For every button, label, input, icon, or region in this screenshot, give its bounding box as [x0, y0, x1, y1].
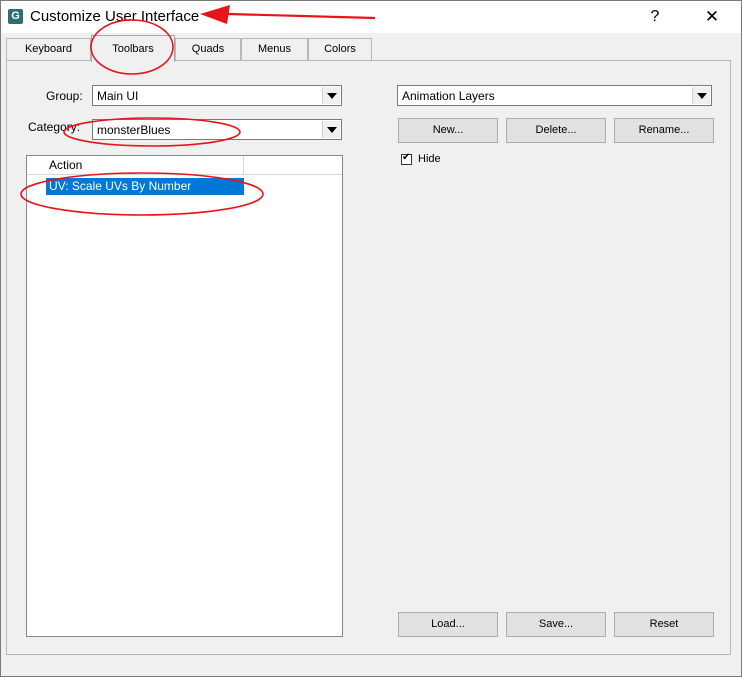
action-column-header[interactable]: Action — [27, 156, 244, 175]
load-button[interactable]: Load... — [398, 612, 498, 637]
tab-menus[interactable]: Menus — [241, 38, 308, 60]
delete-button[interactable]: Delete... — [506, 118, 606, 143]
window-title: Customize User Interface — [30, 8, 200, 25]
help-button[interactable]: ? — [641, 5, 669, 29]
group-label: Group: — [46, 89, 83, 103]
rename-button[interactable]: Rename... — [614, 118, 714, 143]
hide-checkbox[interactable] — [401, 152, 412, 165]
toolbar-select[interactable]: Animation Layers — [397, 85, 712, 106]
save-button[interactable]: Save... — [506, 612, 606, 637]
customize-ui-dialog: G Customize User Interface ? ✕ Keyboard … — [0, 0, 742, 677]
chevron-down-icon[interactable] — [322, 87, 340, 104]
tab-keyboard[interactable]: Keyboard — [6, 38, 91, 60]
list-item[interactable]: UV: Scale UVs By Number — [46, 178, 244, 195]
category-select[interactable]: monsterBlues — [92, 119, 342, 140]
new-button[interactable]: New... — [398, 118, 498, 143]
tab-toolbars[interactable]: Toolbars — [91, 35, 175, 62]
close-button[interactable]: ✕ — [697, 5, 727, 29]
reset-button[interactable]: Reset — [614, 612, 714, 637]
chevron-down-icon[interactable] — [692, 87, 710, 104]
toolbar-select-value: Animation Layers — [402, 89, 495, 103]
category-select-value: monsterBlues — [97, 123, 171, 137]
group-select[interactable]: Main UI — [92, 85, 342, 106]
category-label: Category: — [28, 120, 81, 134]
app-icon: G — [8, 9, 23, 24]
tab-quads[interactable]: Quads — [175, 38, 241, 60]
tab-colors[interactable]: Colors — [308, 38, 372, 60]
title-bar: G Customize User Interface ? ✕ — [1, 1, 741, 33]
group-select-value: Main UI — [97, 89, 139, 103]
column-header-empty — [244, 156, 342, 175]
action-list[interactable]: Action UV: Scale UVs By Number — [26, 155, 343, 637]
hide-checkbox-label: Hide — [418, 153, 441, 165]
chevron-down-icon[interactable] — [322, 121, 340, 138]
